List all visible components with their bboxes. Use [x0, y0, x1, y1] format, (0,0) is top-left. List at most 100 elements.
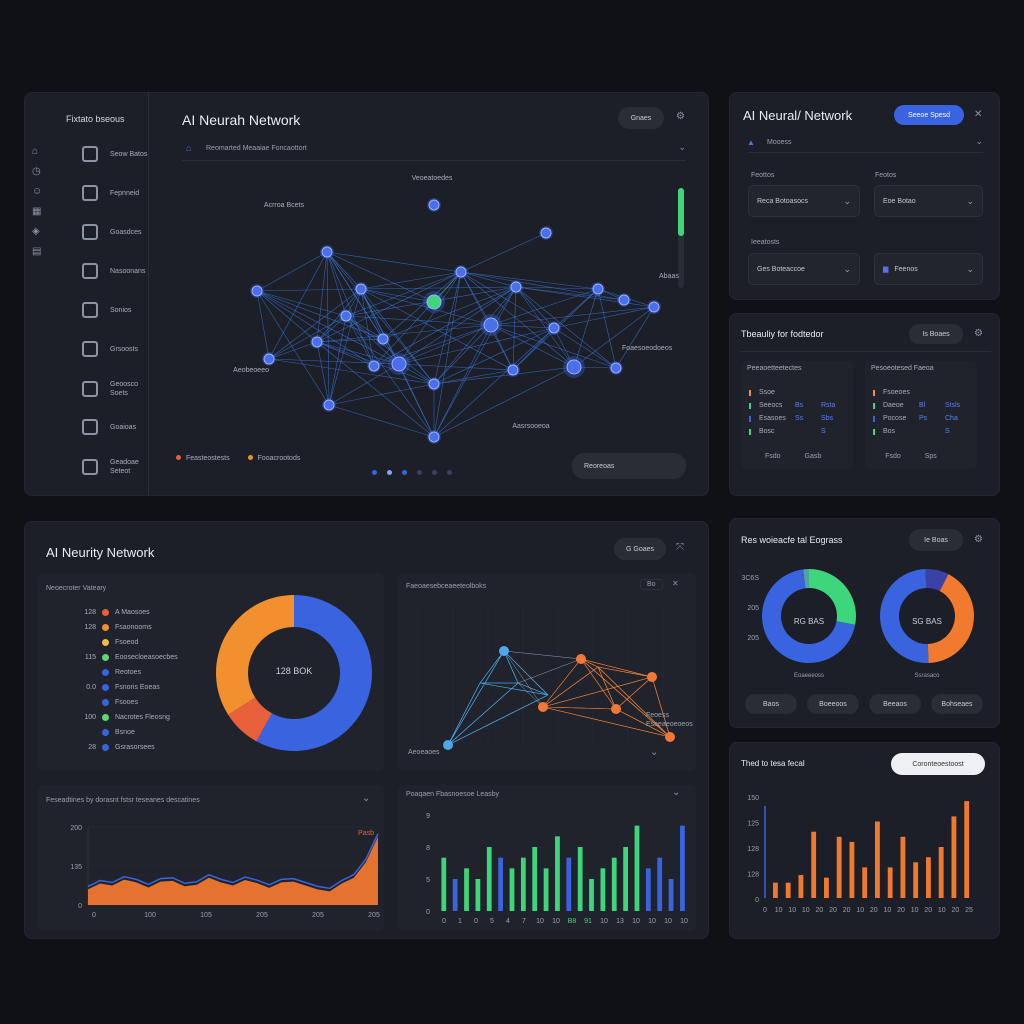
page-dot[interactable]	[372, 470, 377, 475]
network-link	[328, 383, 435, 406]
rail-grid-icon[interactable]: ▦	[32, 206, 41, 217]
legend-row: 115 Eoosecloeasoecbes	[72, 654, 178, 661]
x-tick: 5	[490, 918, 494, 925]
rail-clock-icon[interactable]: ◷	[32, 166, 41, 177]
chevron-down-icon: ⌄	[966, 195, 974, 206]
settings-icon[interactable]: ⚙	[676, 111, 685, 122]
select-field[interactable]: ▆ Feenos ⌄	[874, 253, 983, 285]
pie-filter-button[interactable]: Baos	[745, 694, 797, 714]
close-icon[interactable]: ✕	[974, 109, 982, 120]
settings-icon[interactable]: ⚙	[974, 328, 983, 339]
graph-label: Aeobeoeeo	[233, 367, 269, 374]
network-link	[460, 271, 599, 290]
rail-tag-icon[interactable]: ◈	[32, 226, 40, 237]
home-icon	[82, 381, 98, 397]
network-node	[355, 283, 367, 295]
settings-icon[interactable]: ⚙	[974, 534, 983, 545]
mini-node	[611, 704, 621, 714]
files-icon	[82, 459, 98, 475]
bar	[611, 857, 617, 911]
mini-link	[447, 682, 519, 746]
graph-label: Abaas	[659, 273, 679, 280]
rail-file-icon[interactable]: ▤	[32, 246, 41, 257]
legend-row: Bsnoe	[72, 729, 135, 736]
chevron-down-icon[interactable]: ⌄	[650, 747, 658, 758]
sidebar-item[interactable]: Geoosco Soets	[82, 380, 156, 398]
x-tick: 10	[856, 907, 864, 914]
network-link	[512, 327, 555, 371]
graph-label: Veoeatoedes	[412, 175, 453, 182]
table-button[interactable]: Is Boaes	[909, 324, 963, 344]
network-link	[398, 363, 514, 371]
page-dot[interactable]	[417, 470, 422, 475]
network-link	[512, 286, 517, 371]
table-cell: Seeocs	[759, 402, 783, 409]
mini-graph-tag[interactable]: Bo	[640, 579, 663, 590]
chart-icon	[82, 341, 98, 357]
page-dot[interactable]	[447, 470, 452, 475]
donut-center-label: 128 BOK	[275, 666, 313, 676]
network-link	[316, 288, 362, 343]
page-dot[interactable]	[402, 470, 407, 475]
legend-dot	[102, 639, 109, 646]
network-link	[360, 288, 435, 303]
y-tick: 0	[755, 897, 759, 904]
x-tick: 10	[884, 907, 892, 914]
analytics-button[interactable]: G Goaes	[614, 538, 666, 560]
expand-icon[interactable]: ⤧	[676, 542, 684, 553]
bar	[951, 816, 957, 898]
network-node	[251, 285, 263, 297]
sidebar-item[interactable]: Grsoosts	[82, 341, 156, 357]
pie-filter-button[interactable]: Boeeoos	[807, 694, 859, 714]
sidebar-item[interactable]: Goasdces	[82, 224, 156, 240]
select-field[interactable]: Reca Botoasocs ⌄	[748, 185, 860, 217]
table-cell: Pocose	[883, 415, 907, 422]
y-tick: 205	[747, 605, 759, 612]
bar	[555, 836, 560, 911]
footer-button-label: Reoreoas	[584, 462, 615, 470]
table-cell: Bs	[795, 402, 804, 409]
sidebar-item[interactable]: Nasoonans	[82, 263, 156, 279]
footer-button[interactable]: Reoreoas	[572, 453, 686, 479]
mini-node	[665, 732, 675, 742]
network-link	[345, 315, 492, 326]
bar	[577, 847, 583, 911]
mini-link	[479, 650, 505, 684]
pie-filter-button[interactable]: Beeaos	[869, 694, 921, 714]
legend-label: Bsnoe	[115, 729, 135, 736]
bar	[566, 857, 572, 911]
primary-button[interactable]: Seeoe Spesd	[894, 105, 964, 125]
sidebar-item[interactable]: Fepnneid	[82, 185, 156, 201]
chevron-down-icon[interactable]: ⌄	[362, 793, 370, 804]
rail-face-icon[interactable]: ☺	[32, 186, 42, 197]
page-dot[interactable]	[432, 470, 437, 475]
chevron-down-icon[interactable]: ⌄	[672, 787, 680, 798]
table-row: Bos S	[873, 428, 971, 435]
network-link	[360, 271, 462, 290]
mini-graph-right-label: Feoess Esaeaeoeoeos	[646, 712, 693, 728]
sidebar-item[interactable]: Goaioas	[82, 419, 156, 435]
sidebar-item[interactable]: Geadoae Seteot	[82, 458, 156, 476]
legend-dot	[102, 609, 109, 616]
sidebar-item[interactable]: Sonios	[82, 302, 156, 318]
breadcrumb-row[interactable]: ⌂ Reomarted Meaaiae Foncaottort ⌄	[182, 142, 686, 161]
pagination-dots[interactable]	[372, 470, 452, 475]
pie-slice	[880, 569, 929, 663]
menu-button[interactable]: Gnaes	[618, 107, 664, 129]
select-field[interactable]: Ges Boteaccoe ⌄	[748, 253, 860, 285]
table-row: Seeocs Bs Rsta	[749, 402, 847, 409]
sidebar-item[interactable]: Seow Batos	[82, 146, 156, 162]
footer-cell: Fsdo	[765, 453, 781, 460]
bar	[773, 882, 778, 898]
x-tick: 10	[664, 918, 672, 925]
network-link	[515, 286, 625, 301]
select-field[interactable]: Eoe Botao ⌄	[874, 185, 983, 217]
pie-filter-button[interactable]: Bohseaes	[931, 694, 983, 714]
x-tick: 10	[938, 907, 946, 914]
orange-bar-button[interactable]: Coronteoestoost	[891, 753, 985, 775]
config-subtitle-row[interactable]: ▲ Mooess ⌄	[747, 136, 983, 153]
close-icon[interactable]: ✕	[672, 579, 679, 588]
page-dot[interactable]	[387, 470, 392, 475]
rail-home-icon[interactable]: ⌂	[32, 146, 38, 157]
pie-button[interactable]: Ie Boas	[909, 529, 963, 551]
